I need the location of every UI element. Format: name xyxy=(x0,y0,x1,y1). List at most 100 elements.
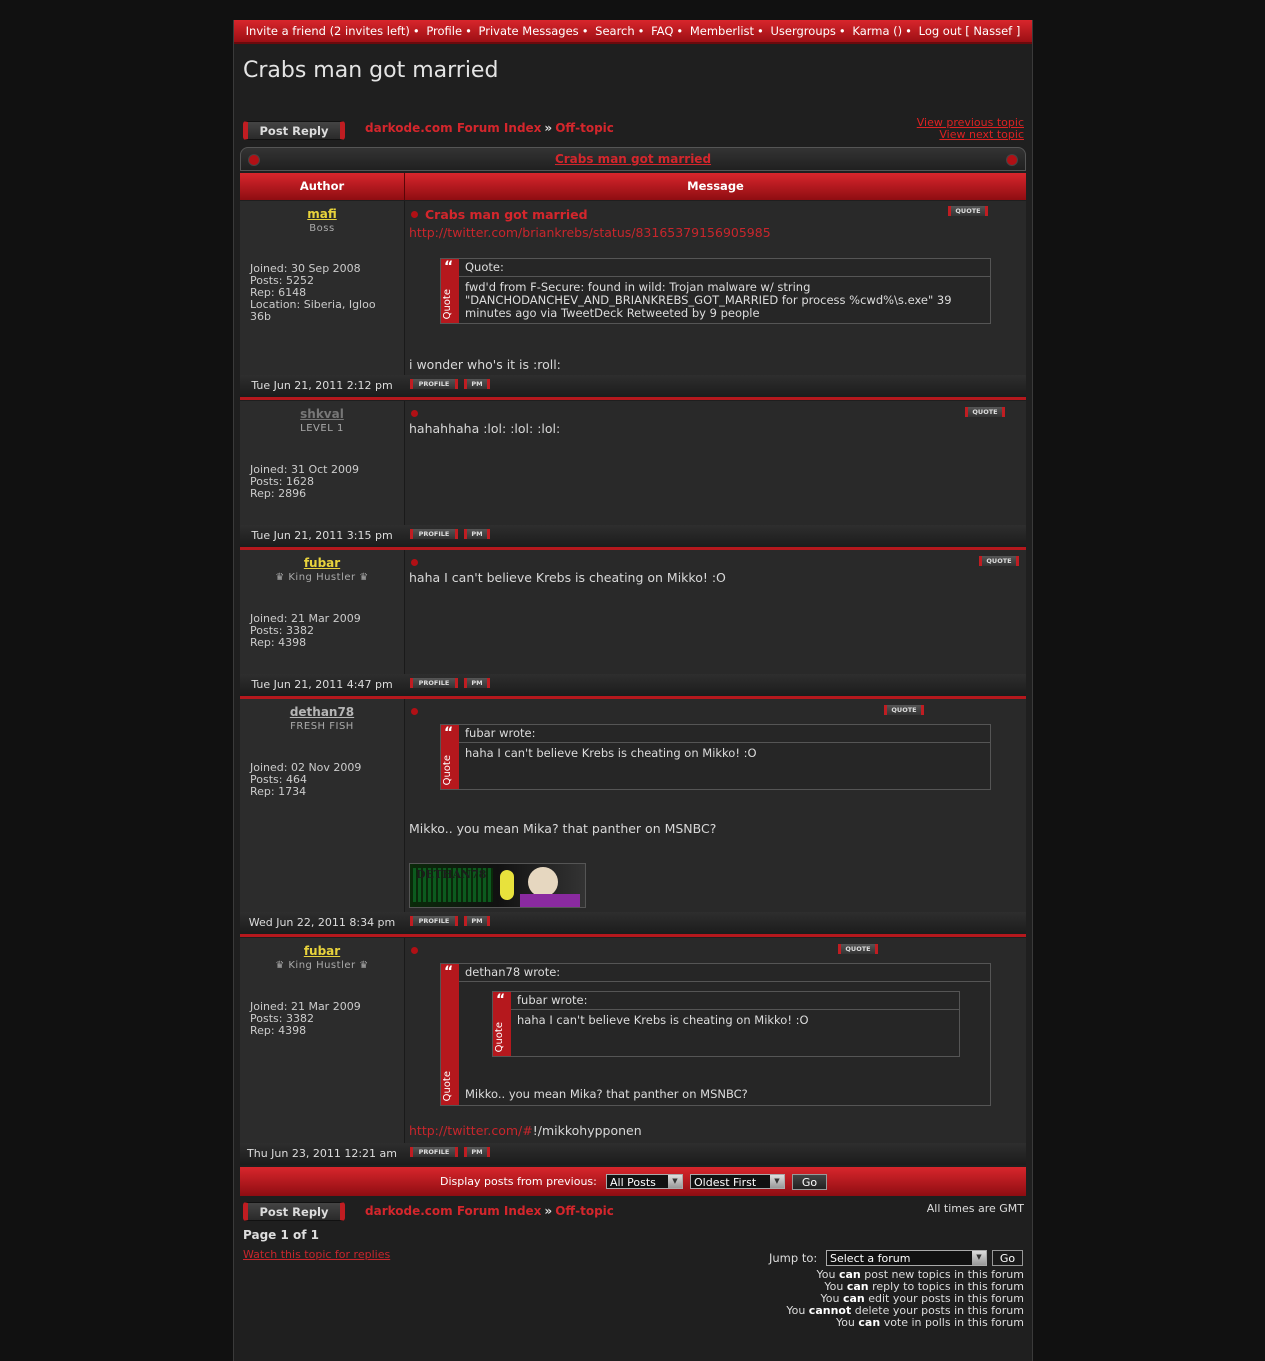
display-go-button[interactable]: Go xyxy=(792,1174,827,1190)
nav-memberlist[interactable]: Memberlist xyxy=(690,24,754,38)
pm-button[interactable]: PM xyxy=(464,379,490,389)
profile-button[interactable]: PROFILE xyxy=(410,916,458,926)
nav-faq[interactable]: FAQ xyxy=(651,24,673,38)
candle-icon xyxy=(500,870,514,900)
page-container: Invite a friend (2 invites left) • Profil… xyxy=(233,20,1033,1361)
breadcrumb-subforum[interactable]: Off-topic xyxy=(555,1204,614,1218)
pm-button[interactable]: PM xyxy=(464,678,490,688)
jump-go-button[interactable]: Go xyxy=(992,1250,1023,1266)
quote-header: dethan78 wrote: xyxy=(459,964,990,982)
post-author-panel: shkval LEVEL 1 Joined: 31 Oct 2009 Posts… xyxy=(240,401,405,525)
nav-logout[interactable]: Log out [ Nassef ] xyxy=(919,24,1021,38)
post-footer: Tue Jun 21, 2011 4:47 pm PROFILE PM xyxy=(240,674,1026,696)
nav-invite[interactable]: Invite a friend (2 invites left) xyxy=(246,24,410,38)
sort-order-select[interactable]: Oldest First ▼ xyxy=(690,1174,785,1189)
profile-button[interactable]: PROFILE xyxy=(410,529,458,539)
topic-navigation: View previous topic View next topic xyxy=(917,117,1024,141)
author-column-header: Author xyxy=(240,173,405,200)
post-text: haha I can't believe Krebs is cheating o… xyxy=(409,570,726,585)
author-stats: Joined: 02 Nov 2009 Posts: 464 Rep: 1734 xyxy=(250,761,362,798)
nested-quote-header: fubar wrote: xyxy=(511,992,959,1010)
display-label: Display posts from previous: xyxy=(440,1175,597,1188)
breadcrumb-forum-index[interactable]: darkode.com Forum Index xyxy=(365,1204,541,1218)
post-message: QUOTE “Quote fubar wrote: haha I can't b… xyxy=(405,699,1026,912)
quote-header: Quote: xyxy=(459,259,990,277)
quote-body: fwd'd from F-Secure: found in wild: Troj… xyxy=(465,280,952,320)
author-name[interactable]: dethan78 xyxy=(240,705,404,719)
post-message: QUOTE hahahhaha :lol: :lol: :lol: xyxy=(405,401,1026,525)
post-bullet-icon xyxy=(411,947,418,954)
corner-dot-icon xyxy=(1006,154,1018,166)
author-name[interactable]: mafi xyxy=(240,207,404,221)
pm-button[interactable]: PM xyxy=(464,529,490,539)
post-bullet-icon xyxy=(411,211,418,218)
post-date: Tue Jun 21, 2011 3:15 pm xyxy=(251,529,393,542)
chevron-down-icon: ▼ xyxy=(770,1175,784,1188)
quote-body: haha I can't believe Krebs is cheating o… xyxy=(465,746,757,760)
jump-to-select[interactable]: Select a forum ▼ xyxy=(826,1250,987,1266)
nested-quote-block: “Quote fubar wrote: haha I can't believe… xyxy=(492,991,960,1057)
post-bullet-icon xyxy=(411,708,418,715)
nav-search[interactable]: Search xyxy=(595,24,635,38)
author-rank: ♛ King Hustler ♛ xyxy=(275,960,369,971)
post-link[interactable]: http://twitter.com/briankrebs/status/831… xyxy=(409,225,771,240)
post-date: Tue Jun 21, 2011 4:47 pm xyxy=(251,678,393,691)
post-date: Tue Jun 21, 2011 2:12 pm xyxy=(251,379,393,392)
quote-button[interactable]: QUOTE xyxy=(965,407,1005,417)
profile-button[interactable]: PROFILE xyxy=(410,1147,458,1157)
quote-button[interactable]: QUOTE xyxy=(884,705,924,715)
post-text: Mikko.. you mean Mika? that panther on M… xyxy=(409,821,717,836)
author-stats: Joined: 21 Mar 2009 Posts: 3382 Rep: 439… xyxy=(250,1000,361,1037)
post: dethan78 FRESH FISH Joined: 02 Nov 2009 … xyxy=(240,699,1026,938)
post-footer: Wed Jun 22, 2011 8:34 pm PROFILE PM xyxy=(240,912,1026,934)
quote-mark-icon: “ xyxy=(496,992,506,1008)
post-footer: Tue Jun 21, 2011 2:12 pm PROFILE PM xyxy=(240,375,1026,397)
topic-title-link[interactable]: Crabs man got married xyxy=(555,152,711,166)
post-message: Crabs man got married QUOTE http://twitt… xyxy=(405,201,1026,375)
post-link[interactable]: http://twitter.com/# xyxy=(409,1123,533,1138)
posts-range-select[interactable]: All Posts ▼ xyxy=(606,1174,683,1189)
quote-block: “Quote dethan78 wrote: “Quote fubar wrot… xyxy=(440,963,991,1106)
author-name[interactable]: shkval xyxy=(240,407,404,421)
quote-mark-icon: “ xyxy=(444,725,454,741)
post-bullet-icon xyxy=(411,559,418,566)
post-author-panel: mafi Boss Joined: 30 Sep 2008 Posts: 525… xyxy=(240,201,405,375)
watch-topic-link[interactable]: Watch this topic for replies xyxy=(243,1248,390,1261)
post-author-panel: dethan78 FRESH FISH Joined: 02 Nov 2009 … xyxy=(240,699,405,912)
nested-quote-body: haha I can't believe Krebs is cheating o… xyxy=(517,1013,809,1027)
author-name[interactable]: fubar xyxy=(240,556,404,570)
nav-profile[interactable]: Profile xyxy=(426,24,462,38)
nav-usergroups[interactable]: Usergroups xyxy=(771,24,836,38)
chevron-down-icon: ▼ xyxy=(972,1251,986,1265)
post-date: Wed Jun 22, 2011 8:34 pm xyxy=(248,916,396,929)
quote-header: fubar wrote: xyxy=(459,725,990,743)
quote-mark-icon: “ xyxy=(444,259,454,275)
author-stats: Joined: 31 Oct 2009 Posts: 1628 Rep: 289… xyxy=(250,463,359,500)
post-bullet-icon xyxy=(411,410,418,417)
page-title: Crabs man got married xyxy=(243,58,499,83)
pm-button[interactable]: PM xyxy=(464,916,490,926)
pm-button[interactable]: PM xyxy=(464,1147,490,1157)
jump-to-label: Jump to: xyxy=(769,1251,818,1265)
topic-title-bar: Crabs man got married xyxy=(240,147,1026,171)
post-author-panel: fubar ♛ King Hustler ♛ Joined: 21 Mar 20… xyxy=(240,550,405,674)
quote-block: “Quote fubar wrote: haha I can't believe… xyxy=(440,724,991,790)
breadcrumb-forum-index[interactable]: darkode.com Forum Index xyxy=(365,121,541,135)
nav-private-messages[interactable]: Private Messages xyxy=(479,24,579,38)
nav-karma[interactable]: Karma () xyxy=(852,24,902,38)
breadcrumb: darkode.com Forum Index» Off-topic xyxy=(365,121,614,135)
page-indicator: Page 1 of 1 xyxy=(243,1228,319,1242)
next-topic-link[interactable]: View next topic xyxy=(917,129,1024,141)
breadcrumb-bottom: darkode.com Forum Index» Off-topic xyxy=(365,1204,614,1218)
breadcrumb-subforum[interactable]: Off-topic xyxy=(555,121,614,135)
post-reply-button[interactable]: Post Reply xyxy=(243,121,345,140)
quote-button[interactable]: QUOTE xyxy=(948,206,988,216)
quote-button[interactable]: QUOTE xyxy=(979,556,1019,566)
quote-button[interactable]: QUOTE xyxy=(838,944,878,954)
profile-button[interactable]: PROFILE xyxy=(410,678,458,688)
profile-button[interactable]: PROFILE xyxy=(410,379,458,389)
author-name[interactable]: fubar xyxy=(240,944,404,958)
post: fubar ♛ King Hustler ♛ Joined: 21 Mar 20… xyxy=(240,938,1026,1166)
post-reply-button-bottom[interactable]: Post Reply xyxy=(243,1202,345,1221)
post: mafi Boss Joined: 30 Sep 2008 Posts: 525… xyxy=(240,201,1026,400)
